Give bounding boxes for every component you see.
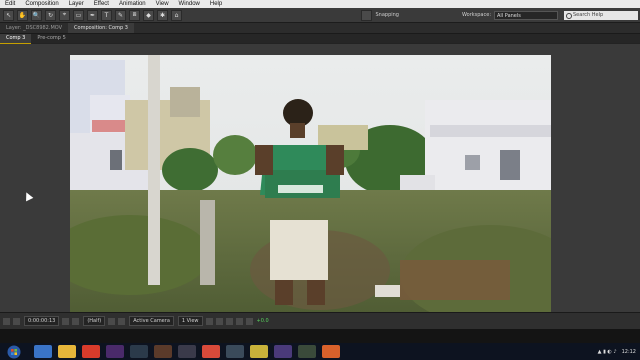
- status-strip: [0, 329, 640, 343]
- menu-help[interactable]: Help: [205, 0, 227, 8]
- chrome-icon[interactable]: [202, 345, 220, 358]
- camera-select[interactable]: Active Camera: [129, 316, 174, 326]
- snapping-label: Snapping: [375, 12, 399, 18]
- video-frame-image: [70, 55, 551, 325]
- search-help-placeholder: Search Help: [573, 11, 604, 18]
- menu-layer[interactable]: Layer: [64, 0, 89, 8]
- magnification-icon[interactable]: [13, 317, 20, 325]
- reset-exposure-icon[interactable]: [245, 317, 253, 325]
- menu-composition[interactable]: Composition: [20, 0, 63, 8]
- region-of-interest-icon[interactable]: [108, 317, 116, 325]
- tray-icons[interactable]: ▲ ▮ ◐ ♪: [598, 349, 617, 355]
- zoom-tool-icon[interactable]: 🔍: [31, 9, 42, 21]
- pen-tool-icon[interactable]: ✒: [87, 9, 98, 21]
- media-player-icon[interactable]: [82, 345, 100, 358]
- workspace-label: Workspace:: [461, 12, 491, 18]
- folder-icon[interactable]: [250, 345, 268, 358]
- snapshot-icon[interactable]: [62, 317, 70, 325]
- search-help-input[interactable]: Search Help: [564, 10, 638, 20]
- workspace-select[interactable]: All Panels: [494, 10, 558, 20]
- always-preview-icon[interactable]: [3, 317, 10, 325]
- photoshop-icon[interactable]: [130, 345, 148, 358]
- tab-layer[interactable]: Layer: _DSC8982.MOV: [0, 23, 68, 33]
- rotation-tool-icon[interactable]: ↻: [45, 9, 56, 21]
- rectangle-tool-icon[interactable]: ▭: [73, 9, 84, 21]
- selection-tool-icon[interactable]: ↖: [3, 9, 14, 21]
- composition-viewer[interactable]: 0:00:00:13 (Half) Active Camera 1 View +…: [0, 44, 640, 329]
- timeline-icon[interactable]: [225, 317, 233, 325]
- transparency-grid-icon[interactable]: [118, 317, 126, 325]
- fast-previews-icon[interactable]: [215, 317, 223, 325]
- search-icon: [566, 12, 572, 19]
- camera-tool-icon[interactable]: ⌖: [59, 9, 70, 21]
- puppet-tool-icon[interactable]: ⌂: [171, 9, 182, 21]
- composition-breadcrumb: Comp 3 Pre-comp 5: [0, 33, 640, 44]
- hand-tool-icon[interactable]: ✋: [17, 9, 28, 21]
- flowchart-icon[interactable]: [235, 317, 243, 325]
- windows-logo-icon: [7, 345, 21, 358]
- resolution-select[interactable]: (Half): [83, 316, 106, 326]
- audition-icon[interactable]: [298, 345, 316, 358]
- bridge-icon[interactable]: [178, 345, 196, 358]
- roto-brush-tool-icon[interactable]: ✱: [157, 9, 168, 21]
- menu-effect[interactable]: Effect: [89, 0, 114, 8]
- file-explorer-icon[interactable]: [58, 345, 76, 358]
- menu-view[interactable]: View: [151, 0, 174, 8]
- firefox-icon[interactable]: [322, 345, 340, 358]
- tools-toolbar: ↖ ✋ 🔍 ↻ ⌖ ▭ ✒ T ✎ ⧈ ◆ ✱ ⌂ Snapping Works…: [0, 8, 640, 23]
- comp-tab-pre-comp-5[interactable]: Pre-comp 5: [31, 34, 71, 43]
- eraser-tool-icon[interactable]: ◆: [143, 9, 154, 21]
- brush-tool-icon[interactable]: ✎: [115, 9, 126, 21]
- menu-animation[interactable]: Animation: [114, 0, 151, 8]
- internet-explorer-icon[interactable]: [34, 345, 52, 358]
- windows-taskbar: ▲ ▮ ◐ ♪ 12:12: [0, 343, 640, 360]
- menu-window[interactable]: Window: [174, 0, 205, 8]
- encoder-icon[interactable]: [226, 345, 244, 358]
- timecode-field[interactable]: 0:00:00:13: [24, 316, 60, 326]
- start-button[interactable]: [0, 343, 28, 360]
- menu-edit[interactable]: Edit: [0, 0, 20, 8]
- system-tray: ▲ ▮ ◐ ♪ 12:12: [598, 343, 636, 360]
- composition-frame[interactable]: [70, 55, 551, 325]
- viewer-controls-bar: 0:00:00:13 (Half) Active Camera 1 View +…: [0, 312, 640, 329]
- clock[interactable]: 12:12: [622, 349, 636, 355]
- premiere-pro-icon[interactable]: [106, 345, 124, 358]
- comp-tab-comp-3[interactable]: Comp 3: [0, 33, 32, 44]
- exposure-value[interactable]: +0.0: [257, 318, 269, 324]
- toggle-pixel-aspect-icon[interactable]: [205, 317, 213, 325]
- clone-stamp-tool-icon[interactable]: ⧈: [129, 9, 140, 21]
- show-channel-icon[interactable]: [72, 317, 80, 325]
- snapping-checkbox[interactable]: [361, 9, 373, 21]
- after-effects-icon[interactable]: [274, 345, 292, 358]
- menu-bar: Edit Composition Layer Effect Animation …: [0, 0, 640, 8]
- toolbar-right: Snapping Workspace: All Panels Search He…: [358, 8, 640, 22]
- view-layout-select[interactable]: 1 View: [177, 316, 203, 326]
- illustrator-icon[interactable]: [154, 345, 172, 358]
- viewer-panel-header: Layer: _DSC8982.MOV Composition: Comp 3: [0, 23, 640, 34]
- tab-composition[interactable]: Composition: Comp 3: [68, 23, 134, 33]
- type-tool-icon[interactable]: T: [101, 9, 112, 21]
